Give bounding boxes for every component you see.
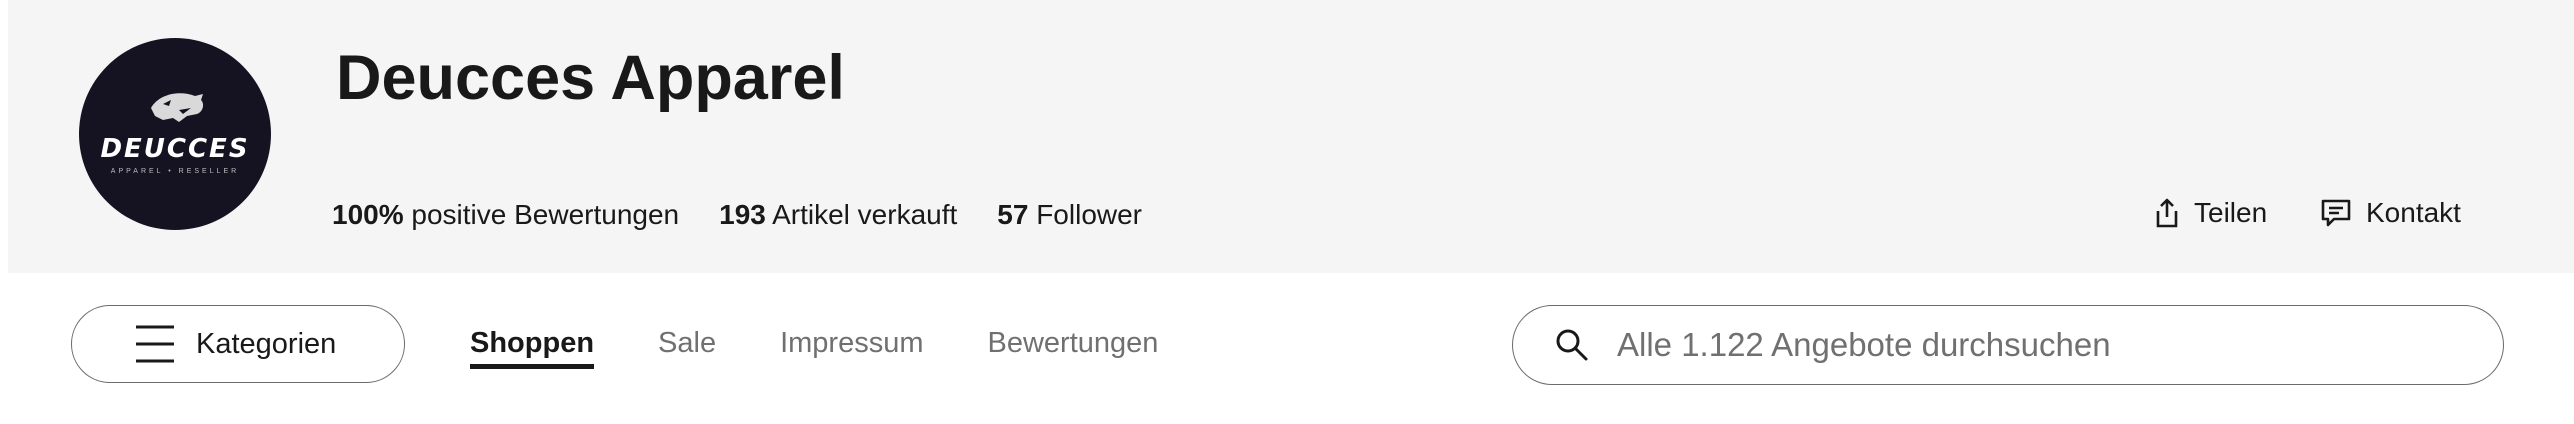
share-label: Teilen <box>2194 197 2268 228</box>
menu-icon <box>136 325 174 363</box>
store-stats: 100% positive Bewertungen 193 Artikel ve… <box>332 197 1142 233</box>
store-title[interactable]: Deucces Apparel <box>336 40 845 116</box>
feedback-value: 100% <box>332 199 404 230</box>
store-header: DEUCCES APPAREL • RESELLER Deucces Appar… <box>8 0 2574 273</box>
sold-label: Artikel verkauft <box>772 199 958 230</box>
feedback-stat: 100% positive Bewertungen <box>332 197 679 233</box>
tab-sale[interactable]: Sale <box>658 323 716 369</box>
logo-tagline: APPAREL • RESELLER <box>110 168 240 175</box>
store-logo[interactable]: DEUCCES APPAREL • RESELLER <box>79 38 271 230</box>
tab-shoppen[interactable]: Shoppen <box>470 323 595 369</box>
follower-value: 57 <box>997 199 1029 230</box>
sold-stat: 193 Artikel verkauft <box>719 197 957 233</box>
share-button[interactable]: Teilen <box>2154 193 2267 233</box>
categories-label: Kategorien <box>196 327 337 360</box>
contact-label: Kontakt <box>2366 197 2461 228</box>
contact-button[interactable]: Kontakt <box>2320 193 2461 233</box>
logo-wordmark: DEUCCES <box>100 134 250 164</box>
categories-button[interactable]: Kategorien <box>71 305 405 383</box>
store-search[interactable] <box>1512 305 2504 385</box>
share-icon <box>2156 198 2178 228</box>
follower-stat: 57 Follower <box>997 197 1142 233</box>
follower-label: Follower <box>1036 199 1143 230</box>
search-input[interactable] <box>1615 325 2479 365</box>
chat-icon <box>2321 199 2351 227</box>
store-tabs: Shoppen Sale Impressum Bewertungen <box>470 323 1222 369</box>
tab-bewertungen[interactable]: Bewertungen <box>988 323 1159 369</box>
sold-value: 193 <box>719 199 766 230</box>
feedback-label: positive Bewertungen <box>411 199 680 230</box>
tab-impressum[interactable]: Impressum <box>780 323 923 369</box>
search-icon[interactable] <box>1555 328 1589 362</box>
